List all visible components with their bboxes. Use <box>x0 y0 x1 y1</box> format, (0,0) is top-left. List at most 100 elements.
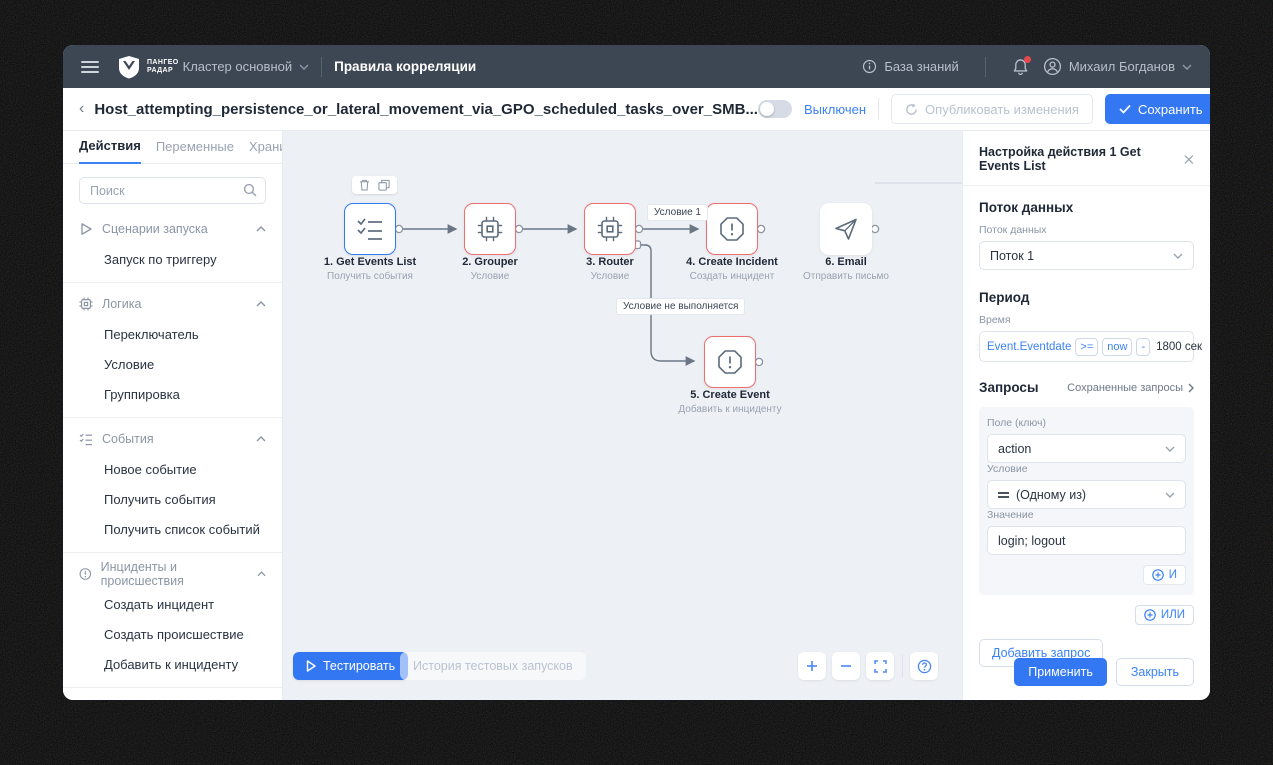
node-create-incident[interactable] <box>706 203 758 255</box>
equals-icon <box>998 491 1009 498</box>
logo-text-line1: ПАНГЕО <box>147 58 179 66</box>
section-header-send[interactable]: Отправить <box>63 694 282 700</box>
user-menu[interactable]: Михаил Богданов <box>1043 57 1192 76</box>
test-history-button[interactable]: История тестовых запусков <box>400 652 586 680</box>
field-select[interactable]: action <box>987 434 1186 463</box>
top-bar: ПАНГЕО РАДАР Кластер основной Правила ко… <box>63 45 1210 88</box>
publish-label: Опубликовать изменения <box>925 101 1079 117</box>
add-and-button[interactable]: И <box>1142 565 1186 585</box>
sidebar-item-grouping[interactable]: Группировка <box>63 379 282 409</box>
section-label: Логика <box>102 297 142 311</box>
divider <box>984 56 986 77</box>
chevron-down-icon <box>1173 253 1183 259</box>
action-settings-panel: Настройка действия 1 Get Events List Пот… <box>962 131 1210 700</box>
sidebar-tabs: Действия Переменные Хранилище <box>63 131 282 164</box>
chevron-right-icon <box>1188 383 1194 392</box>
section-header-logic[interactable]: Логика <box>63 289 282 319</box>
section-header-launch[interactable]: Сценарии запуска <box>63 214 282 244</box>
zoom-out-button[interactable] <box>832 652 860 680</box>
apply-button[interactable]: Применить <box>1014 658 1107 686</box>
back-button[interactable]: ‹ <box>79 101 84 117</box>
section-logic: Логика Переключатель Условие Группировка <box>63 283 282 418</box>
play-icon <box>81 223 92 235</box>
time-expression[interactable]: Event.Eventdate >= now - 1800 сек <box>979 331 1202 362</box>
zoom-in-button[interactable] <box>798 652 826 680</box>
field-label: Поле (ключ) <box>987 417 1046 429</box>
sidebar-item-condition[interactable]: Условие <box>63 349 282 379</box>
time-operator-chip[interactable]: >= <box>1075 337 1099 356</box>
node-label: 6. Email Отправить письмо <box>802 256 889 282</box>
saved-queries-link[interactable]: Сохраненные запросы <box>1067 382 1194 394</box>
node-get-events-list[interactable] <box>344 203 396 255</box>
sidebar-item-get-events-list[interactable]: Получить список событий <box>63 514 282 544</box>
time-minus-chip[interactable]: - <box>1136 337 1151 356</box>
alert-octagon-icon <box>720 217 744 241</box>
chevron-up-icon <box>257 571 266 577</box>
rule-title: Host_attempting_persistence_or_lateral_m… <box>94 100 758 118</box>
section-events: События Новое событие Получить события П… <box>63 418 282 553</box>
play-icon <box>306 660 316 672</box>
notifications-button[interactable] <box>1012 55 1031 76</box>
app-window: ПАНГЕО РАДАР Кластер основной Правила ко… <box>63 45 1210 700</box>
test-button[interactable]: Тестировать <box>293 652 409 680</box>
node-email[interactable] <box>820 203 872 255</box>
search-icon <box>243 183 257 197</box>
actions-sidebar: Действия Переменные Хранилище Сценарии з… <box>63 131 283 700</box>
info-icon <box>863 59 877 74</box>
tab-storage[interactable]: Хранилище <box>249 139 282 163</box>
sidebar-item-switch[interactable]: Переключатель <box>63 319 282 349</box>
sidebar-item-create-incident[interactable]: Создать инцидент <box>63 589 282 619</box>
queries-heading: Запросы <box>979 380 1039 395</box>
rule-header-bar: ‹ Host_attempting_persistence_or_lateral… <box>63 88 1210 131</box>
chevron-down-icon <box>299 63 309 70</box>
time-now-chip[interactable]: now <box>1102 337 1133 356</box>
cpu-icon <box>597 216 623 242</box>
logo-text-line2: РАДАР <box>147 66 174 74</box>
close-panel-icon[interactable] <box>1184 154 1194 165</box>
trash-icon[interactable] <box>359 179 370 191</box>
tab-variables[interactable]: Переменные <box>156 139 234 163</box>
section-header-events[interactable]: События <box>63 424 282 454</box>
node-grouper[interactable] <box>464 203 516 255</box>
rule-enabled-toggle[interactable] <box>757 100 792 118</box>
hamburger-menu-icon[interactable] <box>81 60 99 73</box>
search-input[interactable] <box>79 177 266 204</box>
save-label: Сохранить <box>1137 101 1203 117</box>
cpu-icon <box>79 297 93 311</box>
sidebar-item-trigger-launch[interactable]: Запуск по триггеру <box>63 244 282 274</box>
plus-circle-icon <box>1151 569 1164 581</box>
condition-select[interactable]: (Одному из) <box>987 480 1186 509</box>
chevron-down-icon <box>1165 492 1175 498</box>
knowledge-base-link[interactable]: База знаний <box>862 59 959 74</box>
workflow-canvas[interactable]: 1. Get Events List Получить события 2. G… <box>283 131 962 700</box>
value-label: Значение <box>987 509 1034 521</box>
time-value: 1800 сек <box>1156 340 1203 353</box>
section-header-incidents[interactable]: Инциденты и происшествия <box>63 559 282 589</box>
sidebar-item-new-event[interactable]: Новое событие <box>63 454 282 484</box>
copy-icon[interactable] <box>378 179 390 191</box>
help-button[interactable] <box>910 652 938 680</box>
tab-actions[interactable]: Действия <box>79 138 141 164</box>
add-or-button[interactable]: ИЛИ <box>1134 605 1194 625</box>
sidebar-item-add-to-incident[interactable]: Добавить к инциденту <box>63 649 282 679</box>
edge-label-condition1: Условие 1 <box>647 204 708 221</box>
notification-dot <box>1023 55 1031 63</box>
query-card: Поле (ключ) action Условие (Одному из) З… <box>979 407 1194 595</box>
fit-view-button[interactable] <box>866 652 894 680</box>
toggle-state-label: Выключен <box>803 101 867 117</box>
save-button[interactable]: Сохранить <box>1104 94 1210 124</box>
alert-octagon-icon <box>718 350 742 374</box>
cluster-selector[interactable]: Кластер основной <box>183 59 309 74</box>
close-button[interactable]: Закрыть <box>1115 658 1194 686</box>
divider <box>321 56 323 77</box>
sidebar-item-get-events[interactable]: Получить события <box>63 484 282 514</box>
sidebar-item-create-occurrence[interactable]: Создать происшествие <box>63 619 282 649</box>
time-field: Event.Eventdate <box>987 340 1072 353</box>
value-input[interactable] <box>987 526 1186 555</box>
brand-logo[interactable]: ПАНГЕО РАДАР <box>117 55 179 79</box>
publish-changes-button[interactable]: Опубликовать изменения <box>891 94 1093 124</box>
page-title: Правила корреляции <box>334 59 477 74</box>
node-router[interactable] <box>584 203 636 255</box>
stream-select[interactable]: Поток 1 <box>979 241 1194 270</box>
node-create-event[interactable] <box>704 336 756 388</box>
